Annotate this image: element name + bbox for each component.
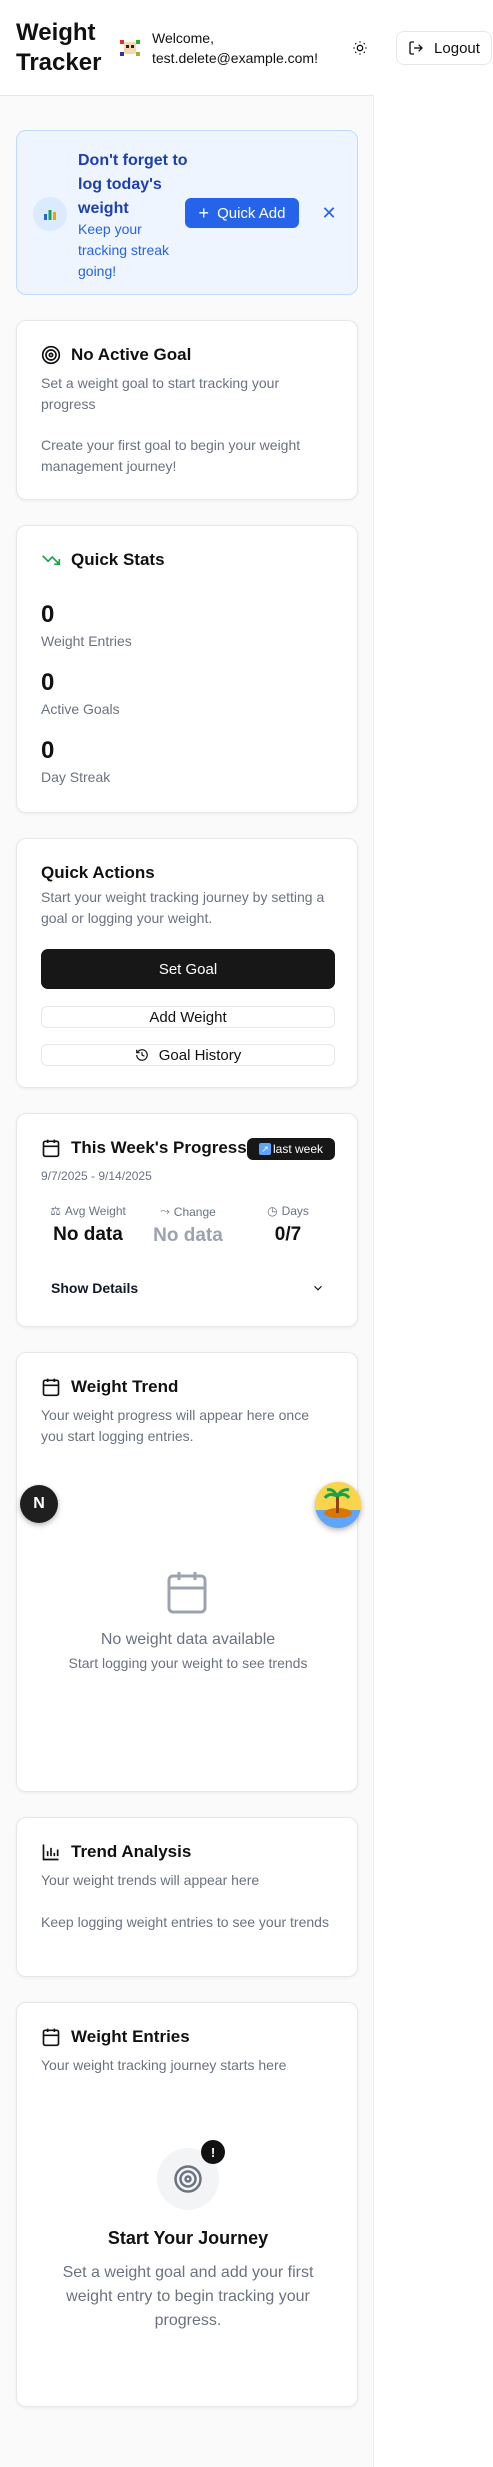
no-goal-subtitle: Set a weight goal to start tracking your… [41, 375, 280, 412]
goal-history-label: Goal History [158, 1046, 242, 1064]
logout-icon [409, 41, 423, 55]
trend-heading: Weight Trend [41, 1377, 178, 1397]
weekly-title: This Week's Progress [71, 1138, 247, 1157]
quick-add-button[interactable]: + Quick Add [185, 198, 299, 228]
profile-avatar-button[interactable] [315, 1482, 361, 1528]
entries-title: Weight Entries [71, 2027, 190, 2046]
date-range: 9/7/2025 - 9/14/2025 [41, 1169, 152, 1183]
quick-actions-title: Quick Actions [41, 863, 155, 882]
change-column: ⤳ Change No data [138, 1204, 238, 1247]
avg-weight-label: Avg Weight [64, 1204, 126, 1218]
trend-analysis-card: Trend Analysis Your weight trends will a… [16, 1817, 358, 1977]
empty-calendar-icon [163, 1568, 211, 1621]
avg-weight-column: ⚖ Avg Weight No data [38, 1204, 138, 1246]
change-value: No data [153, 1225, 223, 1246]
island-icon [315, 1482, 361, 1528]
plus-icon: + [198, 203, 210, 223]
days-value: 0/7 [274, 1224, 302, 1245]
journey-title: Start Your Journey [107, 2228, 269, 2248]
add-weight-button[interactable]: Add Weight [41, 1006, 335, 1028]
stat-value: 0 [41, 601, 55, 628]
weight-trend-card: Weight Trend Your weight progress will a… [16, 1352, 358, 1792]
clock-icon: ◷ [267, 1204, 278, 1218]
quick-actions-card: Quick Actions Start your weight tracking… [16, 838, 358, 1088]
weekly-progress-card: This Week's Progress ↗ last week 9/7/202… [16, 1113, 358, 1327]
analysis-subtitle: Your weight trends will appear here [41, 1872, 260, 1888]
app-brand: Weight Tracker [16, 19, 102, 76]
quick-add-label: Quick Add [217, 204, 286, 222]
stat-label: Active Goals [41, 701, 120, 717]
reminder-subtitle: Keep your tracking streak going! [78, 221, 170, 279]
quick-stats-card: Quick Stats 0 Weight Entries 0 Active Go… [16, 525, 358, 813]
show-details-toggle[interactable]: Show Details [41, 1274, 335, 1302]
bar-chart-icon [33, 197, 67, 231]
show-details-label: Show Details [51, 1280, 139, 1296]
days-column: ◷ Days 0/7 [238, 1204, 338, 1246]
stat-label: Weight Entries [41, 633, 132, 649]
trend-icon: ⤳ [160, 1204, 170, 1218]
last-week-label: last week [272, 1142, 324, 1156]
entries-subtitle: Your weight tracking journey starts here [41, 2057, 287, 2073]
quick-stats-heading: Quick Stats [41, 550, 165, 570]
change-label: Change [173, 1204, 216, 1219]
target-icon [41, 345, 61, 365]
alert-badge: ! [201, 2140, 225, 2164]
quick-actions-subtitle: Start your weight tracking journey by se… [41, 889, 325, 926]
avg-weight-value: No data [53, 1224, 123, 1245]
trend-empty-subtitle: Start logging your weight to see trends [68, 1655, 308, 1671]
set-goal-button[interactable]: Set Goal [41, 949, 335, 989]
welcome-text: Welcome, test.delete@example.com! [152, 30, 318, 66]
calendar-icon [42, 1139, 60, 1158]
trending-down-icon [42, 555, 61, 565]
goal-history-button[interactable]: Goal History [41, 1044, 335, 1066]
reminder-title: Don't forget to log today's weight [78, 152, 188, 217]
no-goal-heading: No Active Goal [41, 345, 191, 365]
history-icon [135, 1049, 148, 1061]
close-icon[interactable]: ✕ [317, 201, 341, 225]
user-avatar-icon [116, 36, 144, 60]
trend-empty-title: No weight data available [100, 1631, 276, 1648]
scale-icon: ⚖ [50, 1204, 61, 1218]
dev-tools-button[interactable]: N [20, 1485, 58, 1523]
logout-button[interactable]: Logout [396, 31, 492, 65]
chevron-down-icon [314, 1285, 322, 1291]
stat-value: 0 [41, 737, 55, 764]
log-reminder-banner: Don't forget to log today's weight Keep … [16, 130, 358, 295]
logout-label: Logout [434, 39, 480, 57]
entries-heading: Weight Entries [41, 2027, 190, 2047]
stat-value: 0 [41, 669, 55, 696]
arrow-up-right-icon: ↗ [258, 1143, 271, 1155]
weight-entries-card: Weight Entries Your weight tracking jour… [16, 2002, 358, 2407]
last-week-badge[interactable]: ↗ last week [247, 1138, 335, 1160]
analysis-title: Trend Analysis [71, 1842, 192, 1861]
trend-subtitle: Your weight progress will appear here on… [41, 1407, 309, 1444]
sun-icon [353, 41, 367, 55]
analysis-heading: Trend Analysis [41, 1842, 191, 1862]
app-header: Weight Tracker Welcome, test.delete@exam… [0, 0, 374, 96]
calendar-icon [42, 1378, 60, 1397]
analysis-body: Keep logging weight entries to see your … [41, 1914, 329, 1930]
calendar-icon [42, 2028, 60, 2047]
no-goal-card: No Active Goal Set a weight goal to star… [16, 320, 358, 500]
no-goal-body: Create your first goal to begin your wei… [41, 437, 301, 474]
stat-label: Day Streak [41, 769, 111, 785]
quick-stats-title: Quick Stats [71, 550, 165, 569]
trend-title: Weight Trend [71, 1377, 179, 1396]
weekly-heading: This Week's Progress [41, 1138, 247, 1158]
no-goal-title: No Active Goal [71, 345, 192, 364]
journey-body: Set a weight goal and add your first wei… [62, 2264, 314, 2329]
theme-toggle-button[interactable] [348, 36, 372, 60]
days-label: Days [281, 1204, 309, 1218]
bar-chart-icon [42, 1844, 59, 1861]
